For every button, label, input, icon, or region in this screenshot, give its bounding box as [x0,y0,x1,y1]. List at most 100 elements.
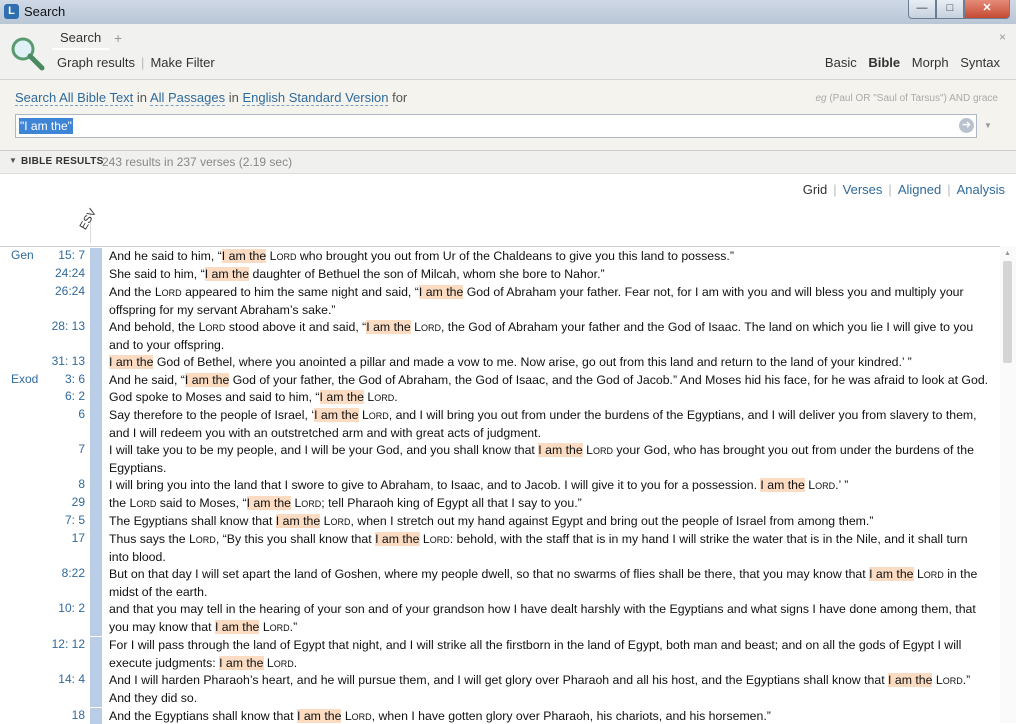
verse-text[interactable]: the Lord said to Moses, “I am the Lord; … [109,495,989,513]
scroll-thumb[interactable] [1003,261,1012,363]
verse-reference[interactable]: 31: 13 [40,354,85,368]
view-analysis[interactable]: Analysis [957,182,1005,197]
verse-fragment: God of your father, the God of Abraham, … [229,373,989,387]
example-text: (Paul OR "Saul of Tarsus") AND grace [829,93,998,104]
verse-text[interactable]: For I will pass through the land of Egyp… [109,637,989,672]
verse-fragment: Say therefore to the people of Israel, ‘ [109,408,315,422]
scroll-up-icon[interactable]: ▲ [1004,250,1011,257]
for-label: for [392,90,408,105]
search-type-label: Search [15,90,57,105]
verse-reference[interactable]: 8:22 [40,566,85,580]
verse-text[interactable]: I am the God of Bethel, where you anoint… [109,354,989,372]
verse-text[interactable]: She said to him, “I am the daughter of B… [109,266,989,284]
esv-hit-bar [90,389,102,407]
close-window-button[interactable]: ✕ [964,0,1010,19]
minimize-button[interactable]: — [908,0,936,19]
results-title[interactable]: BIBLE RESULTS [21,156,104,167]
verse-fragment: , when I have gotten glory over Pharaoh,… [371,709,771,723]
match-highlight: I am the [219,655,264,670]
in-label: in [136,90,148,105]
make-filter-link[interactable]: Make Filter [150,55,214,70]
esv-hit-bar [90,372,102,390]
verse-reference[interactable]: 7 [40,442,85,456]
close-tab-button[interactable]: × [999,30,1006,44]
example-label: eg [815,93,827,104]
book-label[interactable]: Exod [11,372,38,386]
verse-reference[interactable]: 3: 6 [40,372,85,386]
graph-results-link[interactable]: Graph results [57,55,135,70]
verse-text[interactable]: I will take you to be my people, and I w… [109,442,989,477]
match-highlight: I am the [375,532,420,546]
lord-smallcaps: Lord [361,408,389,422]
version-dropdown[interactable]: English Standard Version [242,90,389,106]
verse-text[interactable]: Thus says the Lord, “By this you shall k… [109,531,989,566]
verse-reference[interactable]: 12: 12 [40,637,85,651]
tab-search[interactable]: Search [52,28,110,50]
results-scrollbar[interactable]: ▲ [1000,246,1016,723]
view-verses[interactable]: Verses [843,182,883,197]
divider: | [888,182,892,197]
search-header: Search + × Graph results | Make Filter Bas… [0,24,1016,80]
verse-reference[interactable]: 29 [40,495,85,509]
verse-text[interactable]: And the Egyptians shall know that I am t… [109,708,989,724]
mode-bible[interactable]: Bible [868,55,900,70]
verse-reference[interactable]: 26:24 [40,284,85,298]
lord-smallcaps: Lord [188,532,216,546]
verse-reference[interactable]: 10: 2 [40,601,85,615]
verse-reference[interactable]: 6: 2 [40,389,85,403]
lord-smallcaps: Lord [367,390,395,404]
mode-basic[interactable]: Basic [825,55,857,70]
lord-smallcaps: Lord [262,619,290,634]
verse-reference[interactable]: 6 [40,407,85,421]
verse-fragment: I will bring you into the land that I sw… [109,478,761,492]
verse-fragment: said to Moses, “ [156,496,247,510]
search-scope-label: All Bible Text [59,90,134,105]
esv-hit-bar [90,284,102,319]
verse-text[interactable]: And behold, the Lord stood above it and … [109,319,989,354]
verse-fragment: The Egyptians shall know that [109,514,276,528]
search-input[interactable]: "I am the" ➜ [15,114,977,138]
verse-text[interactable]: And he said, “I am the God of your fathe… [109,372,989,390]
verse-reference[interactable]: 14: 4 [40,672,85,686]
lord-smallcaps: Lord [422,532,450,546]
add-tab-button[interactable]: + [114,30,122,46]
book-label[interactable]: Gen [11,248,34,262]
mode-morph[interactable]: Morph [912,55,949,70]
verse-text[interactable]: But on that day I will set apart the lan… [109,566,989,601]
lord-smallcaps: Lord [269,249,297,263]
verse-reference[interactable]: 17 [40,531,85,545]
verse-reference[interactable]: 24:24 [40,266,85,280]
verse-text[interactable]: God spoke to Moses and said to him, “I a… [109,389,989,407]
esv-hit-bar [90,442,102,477]
verse-reference[interactable]: 15: 7 [40,248,85,262]
go-arrow-icon[interactable]: ➜ [959,118,974,133]
esv-hit-bar [90,248,102,266]
verse-text[interactable]: And he said to him, “I am the Lord who b… [109,248,989,266]
collapse-toggle-icon[interactable]: ▼ [9,156,17,165]
maximize-button[interactable]: □ [936,0,964,19]
verse-reference[interactable]: 28: 13 [40,319,85,333]
app-logo-icon: L [4,4,19,19]
search-type-dropdown[interactable]: Search All Bible Text [15,90,134,106]
query-panel: Search All Bible Text in All Passages in… [0,80,1016,151]
verse-reference[interactable]: 18 [40,708,85,722]
verse-text[interactable]: And the Lord appeared to him the same ni… [109,284,989,319]
verse-fragment: , “By this you shall know that [215,532,376,546]
verse-reference[interactable]: 7: 5 [40,513,85,527]
mode-syntax[interactable]: Syntax [960,55,1000,70]
verse-text[interactable]: And I will harden Pharaoh’s heart, and h… [109,672,989,707]
view-grid[interactable]: Grid [803,182,828,197]
history-dropdown-icon[interactable]: ▼ [984,121,992,130]
verse-text[interactable]: Say therefore to the people of Israel, ‘… [109,407,989,442]
view-aligned[interactable]: Aligned [898,182,941,197]
verse-text[interactable]: and that you may tell in the hearing of … [109,601,989,636]
verse-reference[interactable]: 8 [40,477,85,491]
match-highlight: I am the [296,709,342,723]
verse-text[interactable]: I will bring you into the land that I sw… [109,477,989,495]
match-highlight: I am the [109,355,154,369]
esv-hit-bar [90,407,102,442]
match-highlight: I am the [538,443,583,457]
verse-fragment: , when I stretch out my hand against Egy… [350,514,874,528]
passages-dropdown[interactable]: All Passages [149,90,226,106]
verse-text[interactable]: The Egyptians shall know that I am the L… [109,513,989,531]
